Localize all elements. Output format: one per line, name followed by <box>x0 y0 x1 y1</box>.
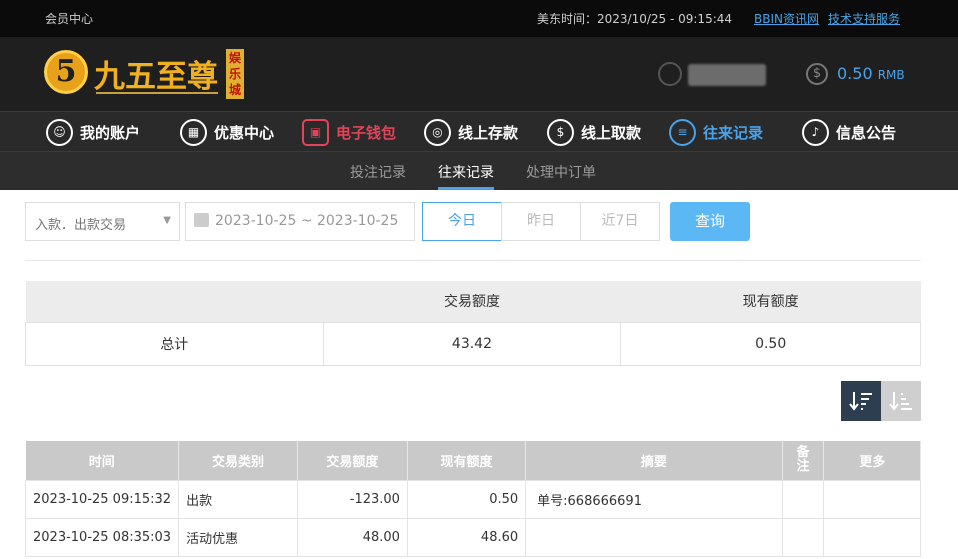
summary-total-balance: 0.50 <box>620 321 921 366</box>
cell-summary <box>525 517 783 557</box>
user-info[interactable] <box>658 62 768 88</box>
member-center-label: 会员中心 <box>45 12 94 26</box>
username-redacted <box>688 64 766 86</box>
nav-label: 线上取款 <box>581 123 642 142</box>
cell-time: 2023-10-25 09:15:32 <box>24 479 180 519</box>
cell-more[interactable] <box>823 517 921 557</box>
dollar-icon: $ <box>806 63 828 85</box>
col-summary[interactable]: 摘要 <box>525 441 783 480</box>
nav-label: 优惠中心 <box>214 123 275 142</box>
records-icon: ≡ <box>669 118 696 146</box>
nav-label: 线上存款 <box>458 123 519 142</box>
nav-online-deposit[interactable]: ◎ 线上存款 <box>424 118 518 146</box>
summary-row: 总计 43.42 0.50 <box>25 321 921 366</box>
col-type[interactable]: 交易类别 <box>178 441 298 480</box>
nav-label: 我的账户 <box>80 123 141 142</box>
date-range-input[interactable]: 2023-10-25 ~ 2023-10-25 <box>185 202 415 241</box>
col-amount[interactable]: 交易额度 <box>297 441 408 480</box>
summary-header-amount: 交易额度 <box>323 281 621 322</box>
nav-e-wallet[interactable]: ▣ 电子钱包 <box>302 118 396 146</box>
logo-badge: 娱乐城 <box>226 49 244 99</box>
cell-type: 活动优惠 <box>178 517 298 557</box>
cell-more[interactable] <box>823 479 921 519</box>
records-header-row: 时间 交易类别 交易额度 现有额度 摘要 备注 更多 <box>25 441 921 480</box>
cell-remark <box>781 517 825 557</box>
divider <box>25 260 921 261</box>
active-tab-indicator <box>438 187 494 190</box>
nav-promotions[interactable]: ▦ 优惠中心 <box>180 118 274 146</box>
sort-desc-icon <box>849 392 872 411</box>
tab-transaction-records[interactable]: 往来记录 <box>438 162 494 182</box>
logo-ornament <box>96 92 218 94</box>
tab-pending-orders[interactable]: 处理中订单 <box>526 162 596 182</box>
col-time[interactable]: 时间 <box>25 441 180 480</box>
deposit-icon: ◎ <box>424 118 451 146</box>
cell-amount: 48.00 <box>296 517 408 557</box>
col-balance[interactable]: 现有额度 <box>407 441 527 480</box>
summary-table: 交易额度 现有额度 总计 43.42 0.50 <box>25 281 921 366</box>
cell-type: 出款 <box>178 479 298 519</box>
col-more[interactable]: 更多 <box>823 441 921 480</box>
sub-nav: 投注记录 往来记录 处理中订单 <box>0 152 958 190</box>
logo-mark: 5 <box>44 50 88 94</box>
nav-label: 信息公告 <box>836 123 897 142</box>
nav-announcements[interactable]: ♪ 信息公告 <box>802 118 896 146</box>
main-nav: ☺ 我的账户 ▦ 优惠中心 ▣ 电子钱包 ◎ 线上存款 $ 线上取款 ≡ 往来记… <box>0 111 958 152</box>
eastern-time-label: 美东时间：2023/10/25 - 09:15:44 <box>537 12 733 26</box>
last-7-days-button[interactable]: 近7日 <box>580 202 660 241</box>
records-table: 时间 交易类别 交易额度 现有额度 摘要 备注 更多 2023-10-25 09… <box>24 441 921 557</box>
bbin-news-link[interactable]: BBIN资讯网 <box>754 10 819 27</box>
balance-currency: RMB <box>877 68 905 82</box>
bell-icon: ♪ <box>802 118 829 146</box>
table-row[interactable]: 2023-10-25 08:35:03 活动优惠 48.00 48.60 <box>24 517 921 557</box>
tech-support-link[interactable]: 技术支持服务 <box>828 10 900 27</box>
cell-balance: 48.60 <box>406 517 527 557</box>
date-range-value: 2023-10-25 ~ 2023-10-25 <box>215 213 399 229</box>
yesterday-button[interactable]: 昨日 <box>501 202 581 241</box>
nav-transaction-records[interactable]: ≡ 往来记录 <box>669 118 763 146</box>
query-button[interactable]: 查询 <box>670 202 750 241</box>
withdraw-icon: $ <box>547 118 574 146</box>
cell-time: 2023-10-25 08:35:03 <box>24 517 180 557</box>
top-bar: 会员中心 美东时间：2023/10/25 - 09:15:44 BBIN资讯网 … <box>0 0 958 37</box>
table-row[interactable]: 2023-10-25 09:15:32 出款 -123.00 0.50 单号:6… <box>24 479 921 519</box>
wallet-icon: ▣ <box>302 118 329 146</box>
tab-bet-records[interactable]: 投注记录 <box>350 162 406 182</box>
sort-descending-button[interactable] <box>841 381 881 421</box>
summary-total-amount: 43.42 <box>322 321 622 366</box>
balance-amount: 0.50 <box>837 64 873 83</box>
user-icon: ☺ <box>46 118 73 146</box>
nav-label: 往来记录 <box>703 123 764 142</box>
calendar-icon <box>194 213 209 227</box>
transaction-type-select[interactable]: 入款．出款交易 ▼ <box>25 202 180 241</box>
today-button[interactable]: 今日 <box>422 202 502 241</box>
gift-icon: ▦ <box>180 118 207 146</box>
cell-amount: -123.00 <box>296 479 408 519</box>
cell-remark <box>781 479 825 519</box>
caret-down-icon: ▼ <box>163 215 171 226</box>
col-remark[interactable]: 备注 <box>782 441 825 480</box>
logo[interactable]: 5 九五至尊 娱乐城 <box>44 47 249 102</box>
nav-label: 电子钱包 <box>336 123 397 142</box>
cell-balance: 0.50 <box>406 479 527 519</box>
user-avatar-icon <box>658 62 682 86</box>
summary-header-balance: 现有额度 <box>620 281 921 322</box>
nav-online-withdraw[interactable]: $ 线上取款 <box>547 118 641 146</box>
sort-asc-icon <box>889 392 912 411</box>
cell-summary: 单号:668666691 <box>525 479 783 519</box>
summary-total-label: 总计 <box>25 321 324 366</box>
sort-ascending-button[interactable] <box>881 381 921 421</box>
logo-text: 九五至尊 <box>94 59 218 95</box>
nav-my-account[interactable]: ☺ 我的账户 <box>46 118 140 146</box>
header: 5 九五至尊 娱乐城 $ 0.50 RMB <box>0 37 958 111</box>
select-value: 入款．出款交易 <box>35 218 127 233</box>
summary-header <box>25 281 324 322</box>
